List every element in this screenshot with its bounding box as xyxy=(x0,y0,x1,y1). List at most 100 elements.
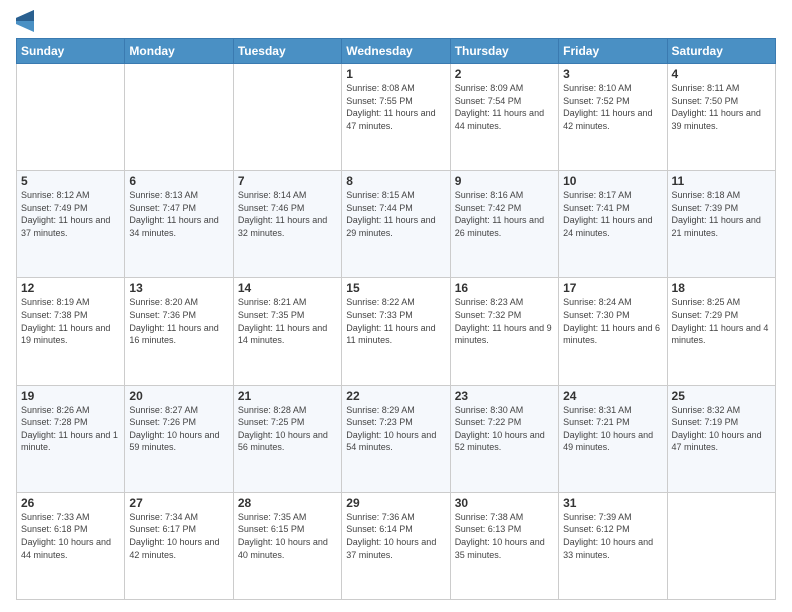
day-number: 7 xyxy=(238,174,337,188)
day-number: 10 xyxy=(563,174,662,188)
day-number: 1 xyxy=(346,67,445,81)
day-number: 2 xyxy=(455,67,554,81)
day-info: Sunrise: 8:32 AM Sunset: 7:19 PM Dayligh… xyxy=(672,404,771,454)
calendar-cell: 25Sunrise: 8:32 AM Sunset: 7:19 PM Dayli… xyxy=(667,385,775,492)
calendar-cell: 15Sunrise: 8:22 AM Sunset: 7:33 PM Dayli… xyxy=(342,278,450,385)
day-number: 20 xyxy=(129,389,228,403)
day-info: Sunrise: 8:08 AM Sunset: 7:55 PM Dayligh… xyxy=(346,82,445,132)
week-row-1: 1Sunrise: 8:08 AM Sunset: 7:55 PM Daylig… xyxy=(17,64,776,171)
day-number: 23 xyxy=(455,389,554,403)
day-info: Sunrise: 8:27 AM Sunset: 7:26 PM Dayligh… xyxy=(129,404,228,454)
calendar-cell: 8Sunrise: 8:15 AM Sunset: 7:44 PM Daylig… xyxy=(342,171,450,278)
calendar-cell: 31Sunrise: 7:39 AM Sunset: 6:12 PM Dayli… xyxy=(559,492,667,599)
day-info: Sunrise: 8:10 AM Sunset: 7:52 PM Dayligh… xyxy=(563,82,662,132)
day-info: Sunrise: 8:30 AM Sunset: 7:22 PM Dayligh… xyxy=(455,404,554,454)
weekday-header-thursday: Thursday xyxy=(450,39,558,64)
day-info: Sunrise: 7:33 AM Sunset: 6:18 PM Dayligh… xyxy=(21,511,120,561)
day-number: 13 xyxy=(129,281,228,295)
calendar-cell: 17Sunrise: 8:24 AM Sunset: 7:30 PM Dayli… xyxy=(559,278,667,385)
day-info: Sunrise: 8:15 AM Sunset: 7:44 PM Dayligh… xyxy=(346,189,445,239)
calendar-cell: 19Sunrise: 8:26 AM Sunset: 7:28 PM Dayli… xyxy=(17,385,125,492)
calendar-cell: 1Sunrise: 8:08 AM Sunset: 7:55 PM Daylig… xyxy=(342,64,450,171)
calendar-cell xyxy=(233,64,341,171)
day-info: Sunrise: 7:34 AM Sunset: 6:17 PM Dayligh… xyxy=(129,511,228,561)
day-number: 28 xyxy=(238,496,337,510)
day-number: 21 xyxy=(238,389,337,403)
calendar-cell: 3Sunrise: 8:10 AM Sunset: 7:52 PM Daylig… xyxy=(559,64,667,171)
day-number: 5 xyxy=(21,174,120,188)
calendar-cell xyxy=(17,64,125,171)
day-info: Sunrise: 8:28 AM Sunset: 7:25 PM Dayligh… xyxy=(238,404,337,454)
day-number: 12 xyxy=(21,281,120,295)
weekday-header-row: SundayMondayTuesdayWednesdayThursdayFrid… xyxy=(17,39,776,64)
calendar-cell: 4Sunrise: 8:11 AM Sunset: 7:50 PM Daylig… xyxy=(667,64,775,171)
day-info: Sunrise: 8:25 AM Sunset: 7:29 PM Dayligh… xyxy=(672,296,771,346)
day-info: Sunrise: 8:12 AM Sunset: 7:49 PM Dayligh… xyxy=(21,189,120,239)
calendar-cell: 28Sunrise: 7:35 AM Sunset: 6:15 PM Dayli… xyxy=(233,492,341,599)
day-info: Sunrise: 8:22 AM Sunset: 7:33 PM Dayligh… xyxy=(346,296,445,346)
header xyxy=(16,12,776,32)
week-row-2: 5Sunrise: 8:12 AM Sunset: 7:49 PM Daylig… xyxy=(17,171,776,278)
day-number: 3 xyxy=(563,67,662,81)
calendar-cell: 20Sunrise: 8:27 AM Sunset: 7:26 PM Dayli… xyxy=(125,385,233,492)
day-number: 18 xyxy=(672,281,771,295)
day-number: 29 xyxy=(346,496,445,510)
day-info: Sunrise: 8:17 AM Sunset: 7:41 PM Dayligh… xyxy=(563,189,662,239)
day-number: 27 xyxy=(129,496,228,510)
day-info: Sunrise: 8:20 AM Sunset: 7:36 PM Dayligh… xyxy=(129,296,228,346)
day-info: Sunrise: 8:21 AM Sunset: 7:35 PM Dayligh… xyxy=(238,296,337,346)
calendar-cell: 23Sunrise: 8:30 AM Sunset: 7:22 PM Dayli… xyxy=(450,385,558,492)
day-info: Sunrise: 8:31 AM Sunset: 7:21 PM Dayligh… xyxy=(563,404,662,454)
calendar-cell: 30Sunrise: 7:38 AM Sunset: 6:13 PM Dayli… xyxy=(450,492,558,599)
day-number: 11 xyxy=(672,174,771,188)
calendar-cell: 14Sunrise: 8:21 AM Sunset: 7:35 PM Dayli… xyxy=(233,278,341,385)
day-info: Sunrise: 8:23 AM Sunset: 7:32 PM Dayligh… xyxy=(455,296,554,346)
day-number: 17 xyxy=(563,281,662,295)
day-info: Sunrise: 8:19 AM Sunset: 7:38 PM Dayligh… xyxy=(21,296,120,346)
day-info: Sunrise: 8:26 AM Sunset: 7:28 PM Dayligh… xyxy=(21,404,120,454)
day-number: 14 xyxy=(238,281,337,295)
day-info: Sunrise: 7:36 AM Sunset: 6:14 PM Dayligh… xyxy=(346,511,445,561)
day-info: Sunrise: 8:09 AM Sunset: 7:54 PM Dayligh… xyxy=(455,82,554,132)
calendar-cell: 11Sunrise: 8:18 AM Sunset: 7:39 PM Dayli… xyxy=(667,171,775,278)
calendar-cell: 18Sunrise: 8:25 AM Sunset: 7:29 PM Dayli… xyxy=(667,278,775,385)
logo xyxy=(16,12,38,32)
calendar-cell: 21Sunrise: 8:28 AM Sunset: 7:25 PM Dayli… xyxy=(233,385,341,492)
week-row-5: 26Sunrise: 7:33 AM Sunset: 6:18 PM Dayli… xyxy=(17,492,776,599)
calendar-cell xyxy=(125,64,233,171)
page: SundayMondayTuesdayWednesdayThursdayFrid… xyxy=(0,0,792,612)
week-row-3: 12Sunrise: 8:19 AM Sunset: 7:38 PM Dayli… xyxy=(17,278,776,385)
calendar-cell: 5Sunrise: 8:12 AM Sunset: 7:49 PM Daylig… xyxy=(17,171,125,278)
calendar-cell: 6Sunrise: 8:13 AM Sunset: 7:47 PM Daylig… xyxy=(125,171,233,278)
day-info: Sunrise: 7:39 AM Sunset: 6:12 PM Dayligh… xyxy=(563,511,662,561)
calendar-cell: 24Sunrise: 8:31 AM Sunset: 7:21 PM Dayli… xyxy=(559,385,667,492)
weekday-header-saturday: Saturday xyxy=(667,39,775,64)
weekday-header-tuesday: Tuesday xyxy=(233,39,341,64)
day-info: Sunrise: 8:11 AM Sunset: 7:50 PM Dayligh… xyxy=(672,82,771,132)
calendar-cell: 29Sunrise: 7:36 AM Sunset: 6:14 PM Dayli… xyxy=(342,492,450,599)
calendar-cell xyxy=(667,492,775,599)
weekday-header-friday: Friday xyxy=(559,39,667,64)
day-number: 6 xyxy=(129,174,228,188)
day-info: Sunrise: 8:18 AM Sunset: 7:39 PM Dayligh… xyxy=(672,189,771,239)
weekday-header-sunday: Sunday xyxy=(17,39,125,64)
day-number: 16 xyxy=(455,281,554,295)
weekday-header-wednesday: Wednesday xyxy=(342,39,450,64)
calendar-cell: 2Sunrise: 8:09 AM Sunset: 7:54 PM Daylig… xyxy=(450,64,558,171)
day-number: 24 xyxy=(563,389,662,403)
day-number: 26 xyxy=(21,496,120,510)
day-number: 15 xyxy=(346,281,445,295)
day-info: Sunrise: 8:14 AM Sunset: 7:46 PM Dayligh… xyxy=(238,189,337,239)
day-number: 30 xyxy=(455,496,554,510)
day-number: 31 xyxy=(563,496,662,510)
calendar-cell: 12Sunrise: 8:19 AM Sunset: 7:38 PM Dayli… xyxy=(17,278,125,385)
week-row-4: 19Sunrise: 8:26 AM Sunset: 7:28 PM Dayli… xyxy=(17,385,776,492)
calendar-table: SundayMondayTuesdayWednesdayThursdayFrid… xyxy=(16,38,776,600)
calendar-cell: 10Sunrise: 8:17 AM Sunset: 7:41 PM Dayli… xyxy=(559,171,667,278)
day-info: Sunrise: 7:38 AM Sunset: 6:13 PM Dayligh… xyxy=(455,511,554,561)
weekday-header-monday: Monday xyxy=(125,39,233,64)
calendar-cell: 26Sunrise: 7:33 AM Sunset: 6:18 PM Dayli… xyxy=(17,492,125,599)
day-number: 9 xyxy=(455,174,554,188)
day-info: Sunrise: 8:16 AM Sunset: 7:42 PM Dayligh… xyxy=(455,189,554,239)
day-number: 8 xyxy=(346,174,445,188)
